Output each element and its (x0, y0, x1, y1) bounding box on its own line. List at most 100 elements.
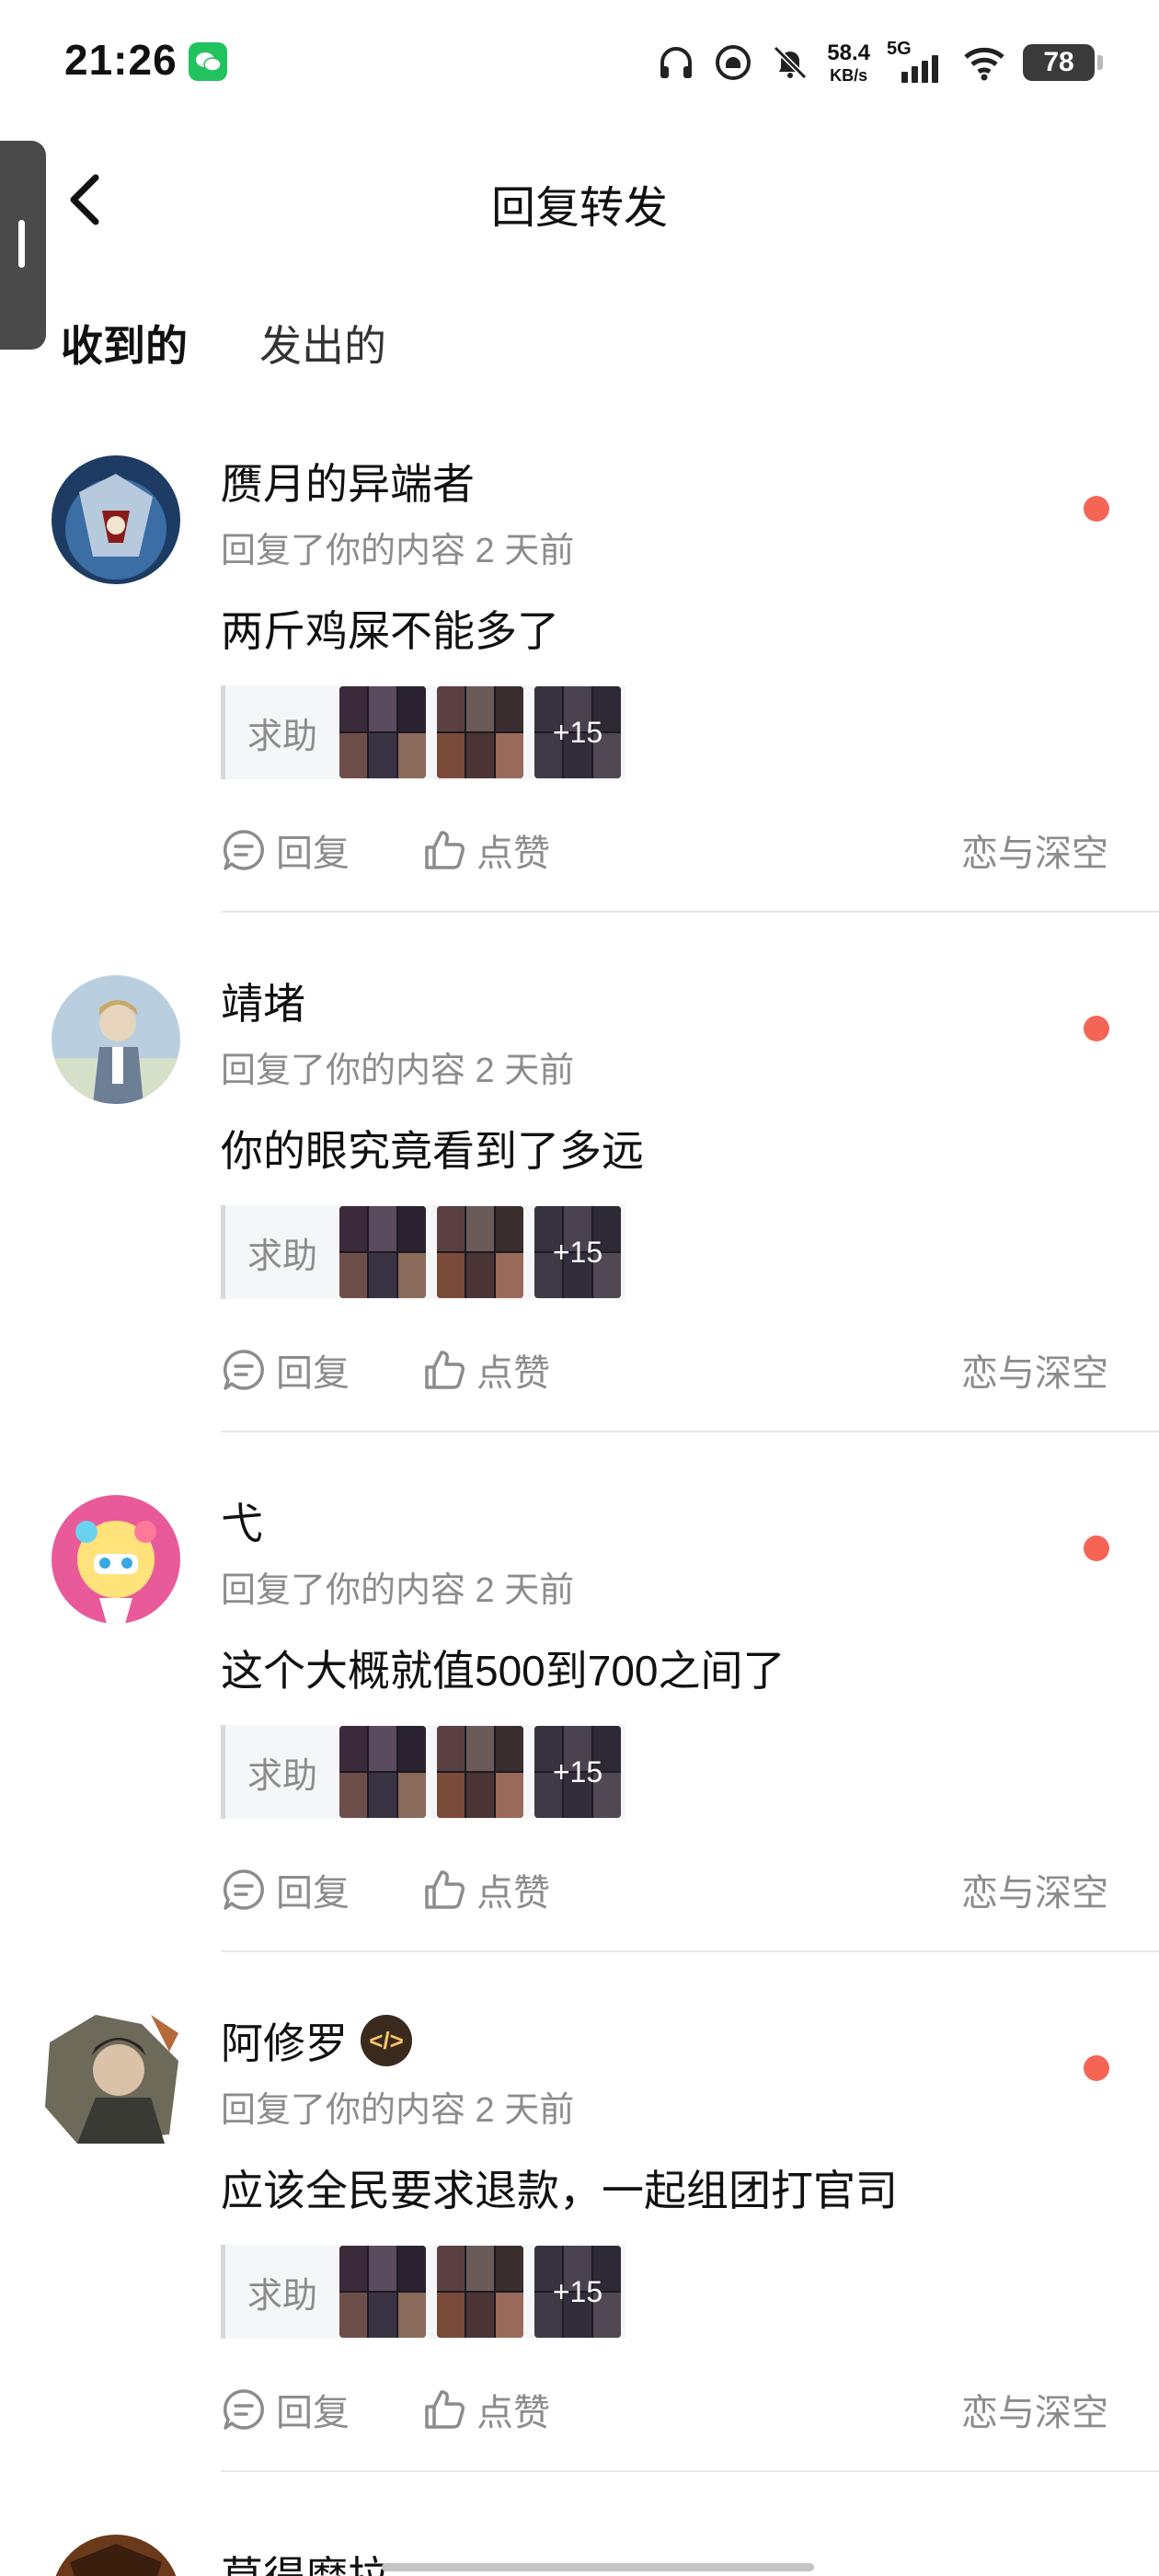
username[interactable]: 赝月的异端者 (221, 451, 475, 512)
thumbs-up-icon (425, 1870, 465, 1909)
avatar[interactable] (52, 1495, 180, 1624)
net-speed-unit: KB/s (830, 65, 868, 85)
like-button[interactable]: 点赞 (421, 823, 550, 877)
reply-label: 回复 (276, 2393, 350, 2433)
comment-icon (223, 2389, 264, 2430)
like-label: 点赞 (476, 1873, 550, 1914)
status-icons: 58.4 KB/s 5G 78 (656, 37, 1103, 88)
signal-bars-icon (901, 55, 938, 83)
status-bar: 21:26 58.4 KB/s 5G 78 (0, 0, 1159, 120)
username[interactable]: 靖堵 (221, 971, 305, 1031)
reply-meta: 回复了你的内容 2 天前 (221, 2091, 575, 2130)
more-images-count: +15 (534, 1206, 621, 1298)
wifi-icon (964, 47, 1004, 81)
reply-text: 两斤鸡屎不能多了 (221, 607, 559, 655)
username-row: 阿修罗 </> (221, 2010, 412, 2071)
username-row: 弋 (221, 1490, 263, 1551)
message-card[interactable]: 弋 回复了你的内容 2 天前 这个大概就值500到700之间了 求助 +15 回… (0, 1458, 1159, 1978)
quoted-post-thumbnails: +15 (339, 2246, 621, 2338)
divider (221, 911, 1159, 913)
reply-text: 这个大概就值500到700之间了 (221, 1647, 786, 1695)
divider (221, 1950, 1159, 1952)
thumbnail-image-more: +15 (534, 2246, 621, 2338)
thumbnail-image (437, 686, 523, 778)
message-list: 赝月的异端者 回复了你的内容 2 天前 两斤鸡屎不能多了 求助 +15 回复 点… (0, 419, 1159, 2576)
message-card[interactable]: 阿修罗 </> 回复了你的内容 2 天前 应该全民要求退款，一起组团打官司 求助 (0, 1978, 1159, 2498)
thumbnail-image-more: +15 (534, 1206, 621, 1298)
tab-sent[interactable]: 发出的 (259, 313, 386, 374)
like-label: 点赞 (476, 2393, 550, 2433)
topic-tag[interactable]: 恋与深空 (961, 823, 1108, 877)
divider (221, 1431, 1159, 1432)
quoted-post-thumbnails: +15 (339, 686, 621, 778)
action-bar: 回复 点赞 恋与深空 (221, 2383, 1108, 2438)
avatar[interactable] (40, 2006, 192, 2153)
username-row: 靖堵 (221, 971, 305, 1031)
comment-icon (223, 1869, 264, 1910)
unread-dot (1084, 1016, 1109, 1041)
status-time: 21:26 (64, 36, 178, 84)
topic-tag[interactable]: 恋与深空 (961, 2383, 1108, 2436)
headphones-icon (660, 47, 693, 78)
wechat-notification-icon (189, 42, 227, 81)
unread-dot (1084, 496, 1109, 522)
username-row: 赝月的异端者 (221, 451, 475, 512)
topic-tag[interactable]: 恋与深空 (961, 1343, 1108, 1397)
thumbnail-image-more: +15 (534, 686, 621, 778)
username[interactable]: 弋 (221, 1490, 263, 1551)
like-button[interactable]: 点赞 (421, 2383, 550, 2436)
unread-dot (1084, 2055, 1109, 2081)
avatar[interactable] (52, 455, 180, 584)
message-card[interactable]: 靖堵 回复了你的内容 2 天前 你的眼究竟看到了多远 求助 +15 回复 点赞 … (0, 938, 1159, 1458)
reply-button[interactable]: 回复 (221, 1343, 350, 1397)
quoted-post-thumbnails: +15 (339, 1726, 621, 1818)
thumbs-up-icon (425, 1351, 465, 1389)
reply-label: 回复 (276, 834, 350, 874)
topic-tag[interactable]: 恋与深空 (961, 1863, 1108, 1916)
battery-indicator: 78 (1023, 44, 1103, 81)
reply-text: 你的眼究竟看到了多远 (221, 1127, 644, 1175)
comment-icon (223, 830, 264, 870)
quoted-post[interactable]: 求助 +15 (221, 2245, 625, 2339)
thumbs-up-icon (425, 831, 465, 869)
reply-button[interactable]: 回复 (221, 1863, 350, 1916)
message-card[interactable]: 赝月的异端者 回复了你的内容 2 天前 两斤鸡屎不能多了 求助 +15 回复 点… (0, 419, 1159, 938)
username[interactable]: 莫得摩拉 (221, 2544, 390, 2576)
net-speed: 58.4 KB/s (827, 40, 870, 85)
thumbnail-image (437, 1206, 523, 1298)
like-button[interactable]: 点赞 (421, 1863, 550, 1916)
avatar[interactable] (52, 2535, 180, 2576)
quoted-post-title: 求助 (247, 1236, 318, 1276)
reply-button[interactable]: 回复 (221, 823, 350, 877)
quoted-post[interactable]: 求助 +15 (221, 685, 625, 779)
username[interactable]: 阿修罗 (221, 2010, 348, 2071)
quoted-post[interactable]: 求助 +15 (221, 1725, 625, 1819)
divider (221, 2470, 1159, 2472)
home-indicator[interactable] (382, 2563, 814, 2571)
like-button[interactable]: 点赞 (421, 1343, 550, 1397)
quoted-post[interactable]: 求助 +15 (221, 1205, 625, 1299)
quoted-post-title: 求助 (247, 1756, 318, 1796)
reply-label: 回复 (276, 1353, 350, 1394)
thumbnail-image-more: +15 (534, 1726, 621, 1818)
alarm-bell-icon (716, 45, 752, 80)
quoted-post-title: 求助 (247, 717, 318, 756)
thumbs-up-icon (425, 2390, 465, 2429)
reply-button[interactable]: 回复 (221, 2383, 350, 2436)
user-badge-icon: </> (361, 2015, 412, 2066)
quoted-post-thumbnails: +15 (339, 1206, 621, 1298)
page-title: 回复转发 (490, 184, 668, 233)
avatar[interactable] (52, 975, 180, 1104)
nav-bar: 回复转发 (0, 156, 1159, 239)
reply-meta: 回复了你的内容 2 天前 (221, 1571, 575, 1610)
action-bar: 回复 点赞 恋与深空 (221, 1343, 1108, 1398)
action-bar: 回复 点赞 恋与深空 (221, 1863, 1108, 1918)
username-row: 莫得摩拉 (221, 2544, 390, 2576)
thumbnail-image (437, 2246, 523, 2338)
unread-dot (1084, 1535, 1109, 1561)
reply-meta: 回复了你的内容 2 天前 (221, 532, 575, 570)
net-speed-value: 58.4 (827, 40, 870, 65)
more-images-count: +15 (534, 1726, 621, 1818)
like-label: 点赞 (476, 1353, 550, 1394)
tab-received[interactable]: 收到的 (61, 313, 188, 374)
